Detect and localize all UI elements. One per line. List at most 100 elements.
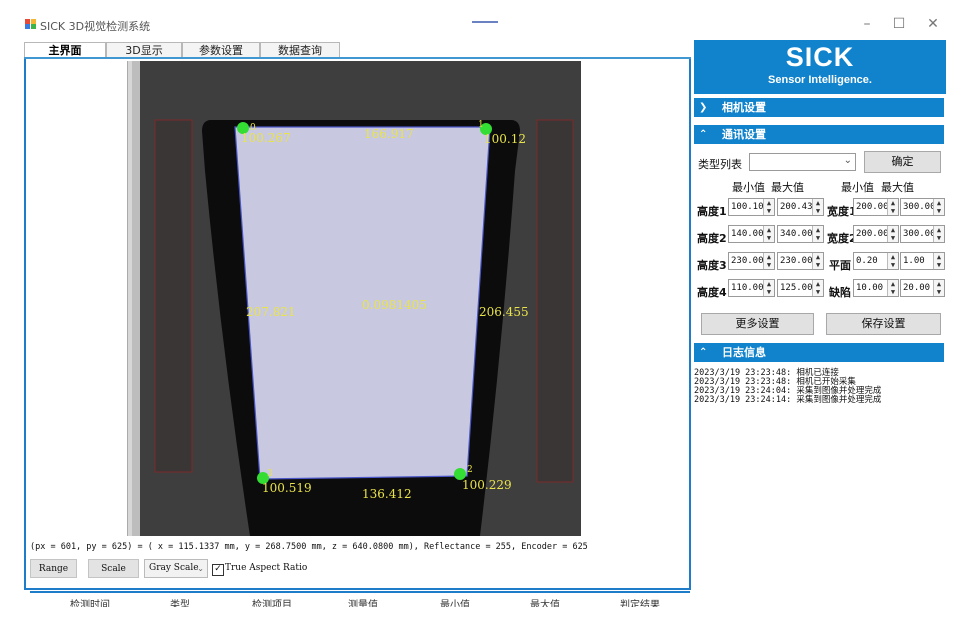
chevron-up-icon: ⌃ <box>699 129 708 140</box>
height2-min-input[interactable]: 140.00 ▲ ▼ <box>728 225 775 243</box>
maximize-button[interactable]: ☐ <box>889 14 909 34</box>
flatness-min-value: 0.20 <box>856 256 878 266</box>
col-item: 检测项目 <box>252 600 292 607</box>
corner-id-tr: 1 <box>478 120 484 130</box>
flatness-min-input[interactable]: 0.20 ▲ ▼ <box>853 252 899 270</box>
minimize-button[interactable]: – <box>857 14 877 34</box>
chevron-up-icon: ⌃ <box>699 347 708 358</box>
max-header-right: 最大值 <box>881 181 914 194</box>
spinner-arrows-icon[interactable]: ▲ ▼ <box>763 253 774 269</box>
tab-main[interactable]: 主界面 <box>24 42 106 58</box>
width2-max-value: 300.00 <box>903 229 936 239</box>
log-section-label: 日志信息 <box>722 346 766 359</box>
type-list-select[interactable]: ⌄ <box>749 153 856 171</box>
measure-corner-tl: 100.267 <box>241 131 291 145</box>
spinner-arrows-icon[interactable]: ▲ ▼ <box>763 226 774 242</box>
spinner-arrows-icon[interactable]: ▲ ▼ <box>812 280 823 296</box>
width2-min-input[interactable]: 200.00 ▲ ▼ <box>853 225 899 243</box>
height1-max-value: 200.43 <box>780 202 813 212</box>
height2-max-input[interactable]: 340.00 ▲ ▼ <box>777 225 824 243</box>
spinner-arrows-icon[interactable]: ▲ ▼ <box>933 226 944 242</box>
height2-min-value: 140.00 <box>731 229 764 239</box>
height4-max-input[interactable]: 125.00 ▲ ▼ <box>777 279 824 297</box>
spinner-arrows-icon[interactable]: ▲ ▼ <box>812 253 823 269</box>
col-result: 判定结果 <box>620 600 660 607</box>
width1-max-value: 300.00 <box>903 202 936 212</box>
image-viewer[interactable]: 0 1 3 2 100.267 166.917 100.12 207.821 0… <box>140 61 581 536</box>
comm-settings-header[interactable]: ⌃ 通讯设置 <box>694 125 944 144</box>
camera-settings-header[interactable]: ❯ 相机设置 <box>694 98 944 117</box>
spinner-arrows-icon[interactable]: ▲ ▼ <box>887 199 898 215</box>
col-min: 最小值 <box>440 600 470 607</box>
close-button[interactable]: ✕ <box>923 14 943 34</box>
spinner-arrows-icon[interactable]: ▲ ▼ <box>887 226 898 242</box>
save-settings-button[interactable]: 保存设置 <box>826 313 941 335</box>
flatness-max-input[interactable]: 1.00 ▲ ▼ <box>900 252 945 270</box>
gray-scale-value: Gray Scale <box>149 563 199 573</box>
measure-corner-bl: 100.519 <box>262 481 312 495</box>
window-title: SICK 3D视觉检测系统 <box>40 20 151 33</box>
main-tabbar: 主界面 3D显示 参数设置 数据查询 <box>24 42 691 58</box>
tab-parameters[interactable]: 参数设置 <box>182 42 260 58</box>
measure-left: 207.821 <box>246 305 296 319</box>
spinner-arrows-icon[interactable]: ▲ ▼ <box>812 226 823 242</box>
range-button[interactable]: Range <box>30 559 77 578</box>
logo-tagline: Sensor Intelligence. <box>768 74 872 86</box>
gray-scale-dropdown[interactable]: Gray Scale ⌄ <box>144 559 208 578</box>
height3-max-value: 230.00 <box>780 256 813 266</box>
height3-min-input[interactable]: 230.00 ▲ ▼ <box>728 252 775 270</box>
param-label-height4: 高度4 <box>697 286 727 299</box>
param-label-height1: 高度1 <box>697 205 727 218</box>
main-window: SICK 3D视觉检测系统 – ☐ ✕ 主界面 3D显示 参数设置 数据查询 0… <box>0 0 969 628</box>
spinner-arrows-icon[interactable]: ▲ ▼ <box>763 280 774 296</box>
corner-id-br: 2 <box>467 465 473 475</box>
defect-max-input[interactable]: 20.00 ▲ ▼ <box>900 279 945 297</box>
measure-center: 0.0981405 <box>362 298 427 312</box>
spinner-arrows-icon[interactable]: ▲ ▼ <box>763 199 774 215</box>
flatness-max-value: 1.00 <box>903 256 925 266</box>
col-time: 检测时间 <box>70 600 110 607</box>
true-aspect-checkbox[interactable]: ✓ <box>212 564 224 576</box>
type-list-label: 类型列表 <box>698 158 742 171</box>
log-section-header[interactable]: ⌃ 日志信息 <box>694 343 944 362</box>
height1-max-input[interactable]: 200.43 ▲ ▼ <box>777 198 824 216</box>
defect-max-value: 20.00 <box>903 283 931 293</box>
tab-3d-view[interactable]: 3D显示 <box>106 42 182 58</box>
app-icon <box>25 19 36 29</box>
title-bar: SICK 3D视觉检测系统 – ☐ ✕ <box>0 0 969 40</box>
height3-max-input[interactable]: 230.00 ▲ ▼ <box>777 252 824 270</box>
measure-corner-br: 100.229 <box>462 478 512 492</box>
logo-text: SICK <box>785 42 855 72</box>
param-label-height2: 高度2 <box>697 232 727 245</box>
more-settings-button[interactable]: 更多设置 <box>701 313 814 335</box>
scale-button[interactable]: Scale <box>88 559 139 578</box>
min-header-left: 最小值 <box>732 181 765 194</box>
spinner-arrows-icon[interactable]: ▲ ▼ <box>933 280 944 296</box>
chevron-down-icon: ⌄ <box>843 155 852 166</box>
max-header-left: 最大值 <box>771 181 804 194</box>
pixel-readout: (px = 601, py = 625) = ( x = 115.1337 mm… <box>30 542 588 552</box>
spinner-arrows-icon[interactable]: ▲ ▼ <box>887 253 898 269</box>
spinner-arrows-icon[interactable]: ▲ ▼ <box>933 253 944 269</box>
defect-min-input[interactable]: 10.00 ▲ ▼ <box>853 279 899 297</box>
width2-max-input[interactable]: 300.00 ▲ ▼ <box>900 225 945 243</box>
width1-min-input[interactable]: 200.00 ▲ ▼ <box>853 198 899 216</box>
chevron-down-icon: ⌄ <box>197 564 204 573</box>
width2-min-value: 200.00 <box>856 229 889 239</box>
param-label-height3: 高度3 <box>697 259 727 272</box>
height4-min-input[interactable]: 110.00 ▲ ▼ <box>728 279 775 297</box>
col-max: 最大值 <box>530 600 560 607</box>
confirm-button[interactable]: 确定 <box>864 151 941 173</box>
height1-min-input[interactable]: 100.10 ▲ ▼ <box>728 198 775 216</box>
measure-bottom: 136.412 <box>362 487 412 501</box>
spinner-arrows-icon[interactable]: ▲ ▼ <box>933 199 944 215</box>
width1-max-input[interactable]: 300.00 ▲ ▼ <box>900 198 945 216</box>
height4-min-value: 110.00 <box>731 283 764 293</box>
col-type: 类型 <box>170 600 190 607</box>
height4-max-value: 125.00 <box>780 283 813 293</box>
spinner-arrows-icon[interactable]: ▲ ▼ <box>887 280 898 296</box>
tab-data-query[interactable]: 数据查询 <box>260 42 340 58</box>
param-label-defect: 缺陷 <box>829 286 851 299</box>
log-entry: 2023/3/19 23:24:14: 采集到图像并处理完成 <box>694 395 882 405</box>
spinner-arrows-icon[interactable]: ▲ ▼ <box>812 199 823 215</box>
